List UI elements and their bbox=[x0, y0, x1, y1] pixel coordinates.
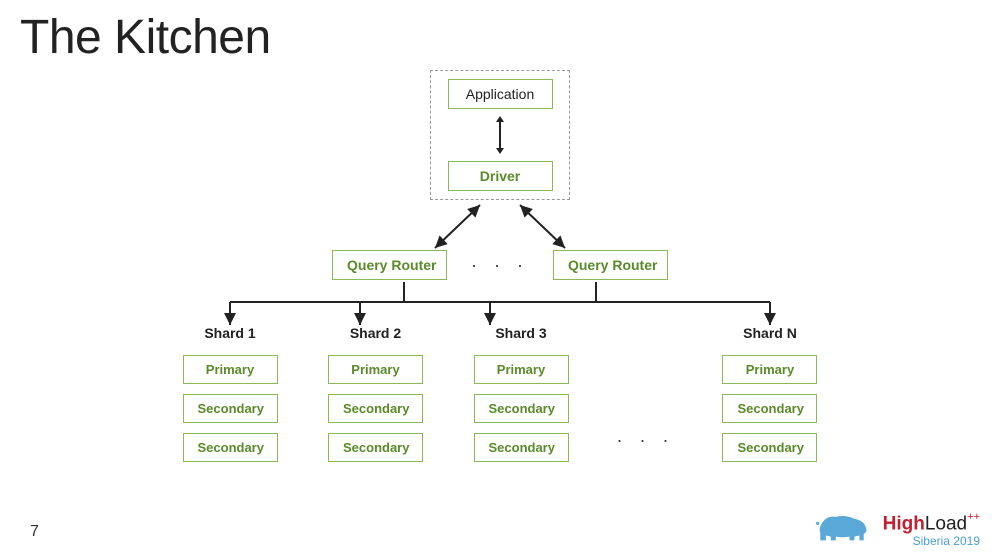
brand-load: Load bbox=[925, 513, 967, 534]
router-row: Query Router · · · Query Router bbox=[180, 250, 820, 280]
primary-box: Primary bbox=[722, 355, 817, 384]
footer-branding: HighLoad++ Siberia 2019 bbox=[811, 509, 980, 547]
brand-text: HighLoad++ Siberia 2019 bbox=[883, 514, 980, 547]
shard-title: Shard N bbox=[743, 325, 797, 341]
brand-plus: ++ bbox=[967, 511, 980, 523]
application-box: Application bbox=[448, 79, 553, 109]
secondary-box: Secondary bbox=[474, 394, 569, 423]
arrow-app-driver bbox=[499, 121, 501, 149]
bear-icon bbox=[811, 509, 873, 547]
app-driver-group: Application Driver bbox=[430, 70, 570, 200]
primary-box: Primary bbox=[328, 355, 423, 384]
primary-box: Primary bbox=[474, 355, 569, 384]
shard-title: Shard 3 bbox=[495, 325, 546, 341]
page-number: 7 bbox=[30, 523, 39, 541]
shard-column-2: Shard 2 Primary Secondary Secondary bbox=[326, 325, 426, 462]
secondary-box: Secondary bbox=[328, 394, 423, 423]
brand-title: HighLoad++ bbox=[883, 514, 980, 533]
shard-row: Shard 1 Primary Secondary Secondary Shar… bbox=[180, 325, 820, 495]
shard-column-3: Shard 3 Primary Secondary Secondary bbox=[471, 325, 571, 462]
slide-title: The Kitchen bbox=[20, 10, 271, 65]
shard-column-1: Shard 1 Primary Secondary Secondary bbox=[180, 325, 280, 462]
secondary-box: Secondary bbox=[183, 433, 278, 462]
query-router-right: Query Router bbox=[553, 250, 668, 280]
secondary-box: Secondary bbox=[183, 394, 278, 423]
brand-high: High bbox=[883, 513, 925, 534]
shard-title: Shard 1 bbox=[204, 325, 255, 341]
router-ellipsis: · · · bbox=[467, 255, 533, 276]
shard-column-n: Shard N Primary Secondary Secondary bbox=[720, 325, 820, 462]
secondary-box: Secondary bbox=[722, 394, 817, 423]
query-router-left: Query Router bbox=[332, 250, 447, 280]
secondary-box: Secondary bbox=[474, 433, 569, 462]
secondary-box: Secondary bbox=[722, 433, 817, 462]
shard-ellipsis: · · · bbox=[617, 325, 675, 495]
secondary-box: Secondary bbox=[328, 433, 423, 462]
driver-box: Driver bbox=[448, 161, 553, 191]
primary-box: Primary bbox=[183, 355, 278, 384]
brand-subtitle: Siberia 2019 bbox=[913, 535, 980, 547]
shard-title: Shard 2 bbox=[350, 325, 401, 341]
